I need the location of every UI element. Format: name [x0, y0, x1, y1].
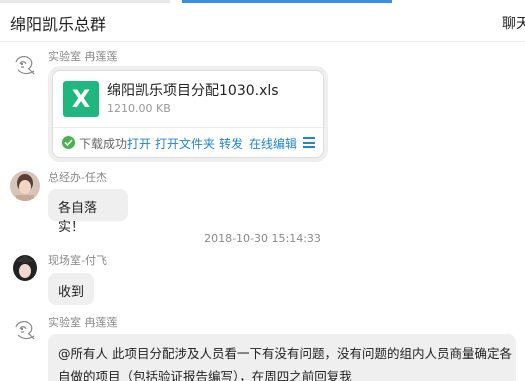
excel-file-icon: X [63, 81, 99, 117]
message-text-line: 自做的项目（包括验证报告编写），在周四之前回复我 [58, 369, 352, 381]
hamburger-menu-icon[interactable] [303, 137, 315, 148]
file-name[interactable]: 绵阳凯乐项目分配1030.xls [107, 80, 279, 100]
sketch-avatar-icon[interactable] [10, 50, 40, 80]
sender-name: 总经办-任杰 [48, 171, 107, 184]
photo-avatar-icon[interactable] [10, 171, 40, 201]
message-text-line: @所有人 此项目分配涉及人员看一下有没有问题，没有问题的组内人员商量确定各 [58, 346, 512, 361]
message-text: 收到 [58, 285, 85, 300]
message-bubble[interactable]: @所有人 此项目分配涉及人员看一下有没有问题，没有问题的组内人员商量确定各 自做… [48, 334, 516, 381]
online-edit-link[interactable]: 在线编辑 [249, 135, 297, 152]
group-title: 绵阳凯乐总群 [10, 15, 107, 34]
file-actions-bar: 下载成功 打开 打开文件夹 转发 在线编辑 [53, 127, 323, 158]
check-circle-icon [62, 136, 75, 149]
tab-chat[interactable]: 聊天 [502, 13, 525, 33]
sender-name: 实验室 冉莲莲 [48, 316, 118, 329]
sketch-avatar-icon[interactable] [10, 315, 40, 345]
message-bubble[interactable]: 收到 [48, 273, 94, 305]
sender-name: 实验室 冉莲莲 [48, 50, 118, 63]
open-file-link[interactable]: 打开 [127, 135, 151, 152]
open-folder-link[interactable]: 打开文件夹 [155, 135, 215, 152]
chat-header: 绵阳凯乐总群 聊天 [0, 3, 525, 42]
message-timestamp: 2018-10-30 15:14:33 [204, 232, 321, 245]
chat-message-list[interactable]: 实验室 冉莲莲 X 绵阳凯乐项目分配1030.xls 1210.00 KB 下载… [0, 42, 525, 381]
file-message-card[interactable]: X 绵阳凯乐项目分配1030.xls 1210.00 KB 下载成功 打开 打开… [52, 70, 324, 158]
file-size: 1210.00 KB [107, 102, 171, 115]
message-bubble[interactable]: 各自落实！ [48, 189, 128, 235]
forward-link[interactable]: 转发 [219, 135, 243, 152]
photo-avatar-icon[interactable] [10, 253, 40, 283]
download-status: 下载成功 [79, 137, 128, 151]
message-text: 各自落实！ [58, 201, 98, 235]
sender-name: 现场室-付飞 [48, 254, 107, 267]
